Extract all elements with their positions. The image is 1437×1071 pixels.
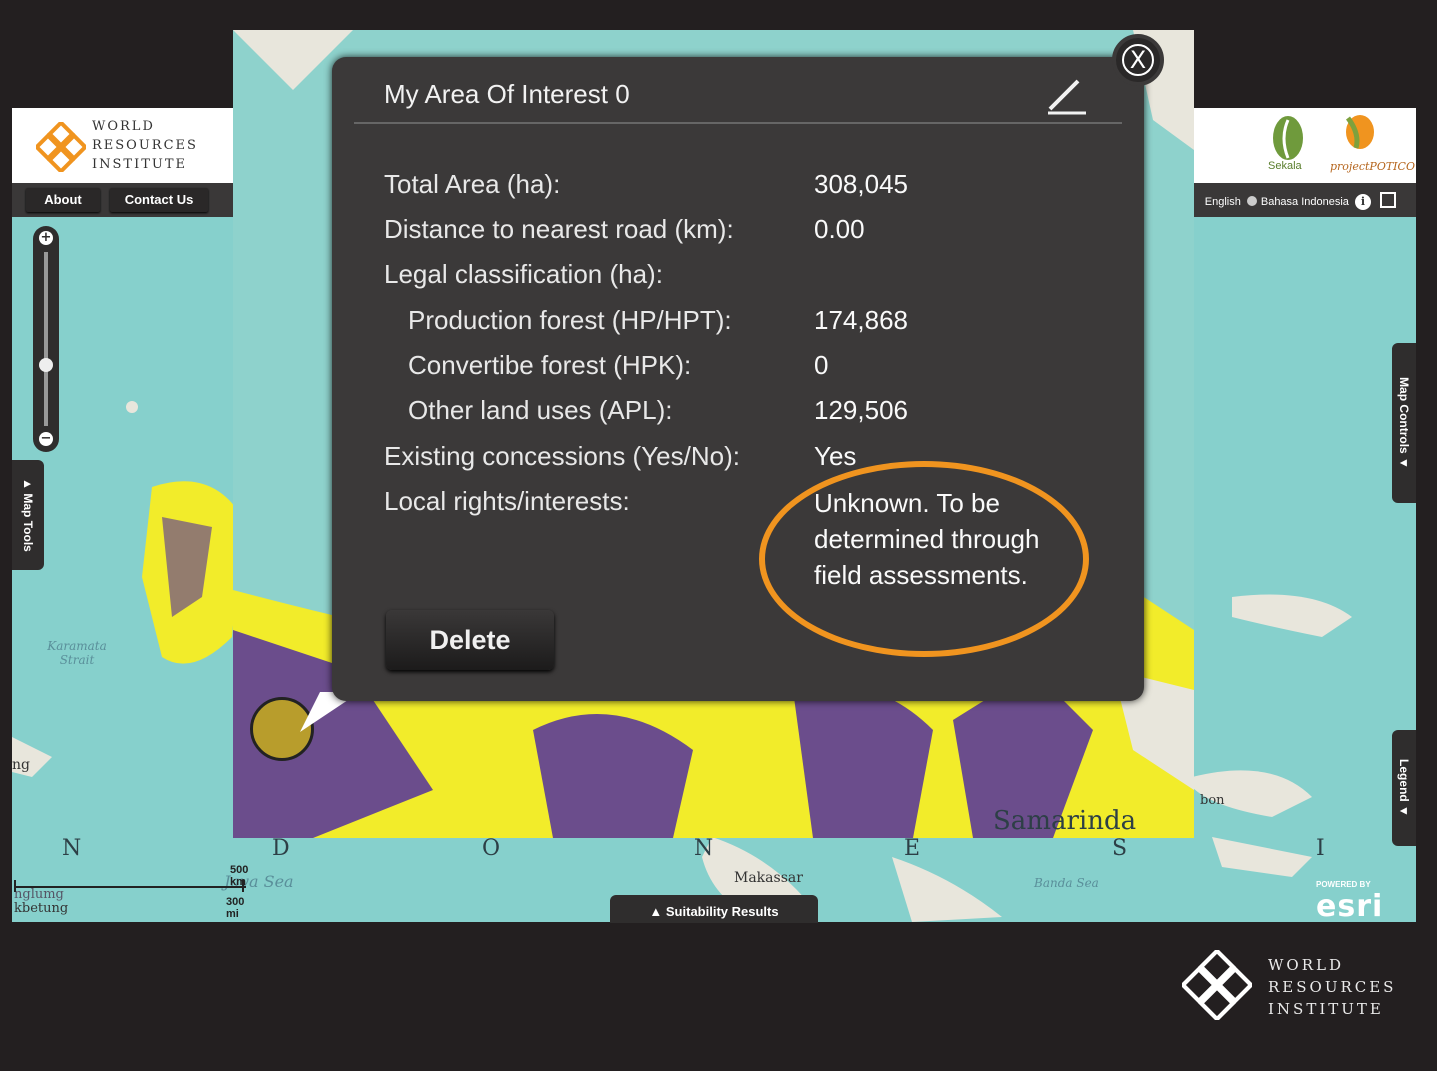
map-label-kbetung: kbetung [14, 901, 69, 916]
zoom-out-icon[interactable]: − [39, 432, 53, 446]
esri-label: esri [1316, 889, 1384, 924]
country-letter: D [272, 836, 290, 861]
convertible-forest-label: Convertibe forest (HPK): [408, 350, 692, 380]
legend-tab[interactable]: Legend ▼ [1392, 730, 1416, 846]
map-label-makassar: Makassar [734, 870, 803, 886]
legend-label: Legend ▼ [1397, 759, 1411, 817]
other-land-uses-label: Other land uses (APL): [408, 395, 673, 425]
map-label-banda-sea: Banda Sea [1034, 876, 1099, 890]
zoom-in-icon[interactable]: + [39, 231, 53, 245]
highlight-annotation-ellipse [759, 461, 1089, 657]
map-label-ng: ng [12, 757, 30, 773]
zoom-slider[interactable]: + − [33, 226, 59, 452]
footer-org-name: WORLD RESOURCES INSTITUTE [1268, 956, 1397, 1018]
about-button[interactable]: About [26, 188, 100, 212]
country-letter: N [62, 836, 82, 861]
potico-label: projectPOTICO [1330, 160, 1415, 173]
map-label-karamata: Karamata Strait [47, 639, 107, 667]
wri-footer-logo-icon [1179, 947, 1255, 1024]
map-controls-label: Map Controls ▼ [1397, 377, 1411, 469]
popup-divider [354, 122, 1122, 124]
info-icon[interactable]: i [1354, 194, 1371, 210]
wri-logo-icon [33, 119, 89, 176]
popup-title: My Area Of Interest 0 [384, 79, 630, 109]
language-radio[interactable] [1246, 196, 1257, 206]
other-land-uses-value: 129,506 [814, 395, 908, 425]
scale-tick [242, 880, 244, 892]
esri-logo: POWERED BY esri [1316, 880, 1383, 924]
language-bahasa[interactable]: Bahasa Indonesia [1261, 196, 1349, 208]
scale-km: 500 km [230, 864, 249, 888]
powered-by-label: POWERED BY [1316, 880, 1371, 889]
existing-concessions-label: Existing concessions (Yes/No): [384, 441, 740, 471]
existing-concessions-value: Yes [814, 441, 857, 471]
potico-logo: projectPOTICO [1330, 114, 1415, 173]
partner-logos: Sekala projectPOTICO [1226, 108, 1415, 183]
fullscreen-icon[interactable] [1380, 192, 1396, 208]
convertible-forest-value: 0 [814, 350, 829, 380]
zoom-handle[interactable] [39, 358, 53, 372]
distance-road-value: 0.00 [814, 214, 865, 244]
contact-us-button[interactable]: Contact Us [110, 188, 208, 212]
total-area-value: 308,045 [814, 169, 908, 199]
map-tools-label: ▲ Map Tools [21, 478, 35, 552]
zoom-track[interactable] [44, 252, 48, 426]
scale-mi: 300 mi [226, 896, 245, 920]
country-letter: S [1112, 836, 1128, 861]
wri-name: WORLD RESOURCES INSTITUTE [92, 119, 198, 172]
country-letter: I [1316, 836, 1325, 861]
close-label: X [1129, 46, 1147, 74]
suitability-results-button[interactable]: ▲ Suitability Results [610, 895, 818, 923]
close-icon[interactable]: X [1112, 34, 1164, 86]
country-letter: E [904, 836, 921, 861]
map-tools-tab[interactable]: ▲ Map Tools [12, 460, 44, 570]
country-letter: N [694, 836, 714, 861]
map-label-bon: bon [1200, 793, 1225, 808]
legal-classification-label: Legal classification (ha): [384, 259, 663, 289]
language-switcher: English Bahasa Indonesia i [1205, 192, 1396, 210]
scale-tick [14, 880, 16, 892]
map-label-nglumg: nglumg [14, 887, 64, 902]
production-forest-value: 174,868 [814, 305, 908, 335]
local-rights-label: Local rights/interests: [384, 486, 630, 516]
distance-road-label: Distance to nearest road (km): [384, 214, 734, 244]
delete-button[interactable]: Delete [386, 610, 554, 670]
country-letter: O [482, 836, 501, 861]
sekala-logo: Sekala [1268, 114, 1308, 172]
language-english[interactable]: English [1205, 196, 1241, 208]
production-forest-label: Production forest (HP/HPT): [408, 305, 732, 335]
sekala-label: Sekala [1268, 160, 1302, 172]
edit-pencil-icon[interactable] [1044, 75, 1088, 119]
map-controls-tab[interactable]: Map Controls ▼ [1392, 343, 1416, 503]
map-label-samarinda: Samarinda [993, 806, 1137, 836]
total-area-label: Total Area (ha): [384, 169, 561, 199]
scale-line [14, 886, 246, 888]
